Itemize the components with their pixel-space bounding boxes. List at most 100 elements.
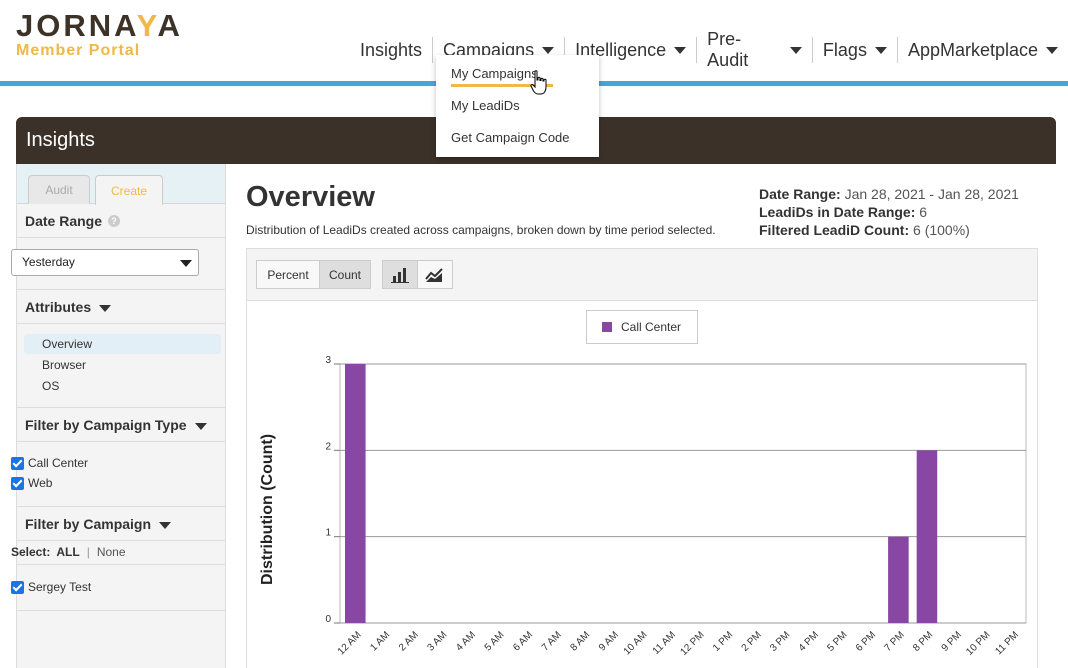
caret-down-icon xyxy=(874,47,887,54)
stat-filtered-count: Filtered LeadiD Count: 6 (100%) xyxy=(759,222,970,238)
page-description: Distribution of LeadiDs created across c… xyxy=(246,223,716,237)
x-tick-label: 5 PM xyxy=(825,630,849,654)
campaign-type-list xyxy=(17,442,225,507)
page-title: Overview xyxy=(246,181,375,213)
menu-item-get-campaign-code[interactable]: Get Campaign Code xyxy=(451,130,570,145)
attributes-toggle[interactable]: Attributes xyxy=(25,299,112,315)
x-tick-label: 9 AM xyxy=(597,630,621,654)
x-tick-label: 8 PM xyxy=(911,630,935,654)
sidebar-tabs: Audit Create xyxy=(17,164,225,205)
y-tick-label: 0 xyxy=(325,614,331,625)
date-range-title: Date Range xyxy=(25,213,103,229)
checkbox-checked-icon[interactable] xyxy=(11,476,24,490)
y-axis-title: Distribution (Count) xyxy=(259,433,276,585)
x-tick-label: 11 AM xyxy=(651,630,678,657)
bar-chart: 0 1 2 3 12 AM 1 AM 2 AM 3 AM 4 AM 5 AM 6 AM 7 AM 8 A… xyxy=(325,355,1027,658)
attributes-section: Attributes xyxy=(17,290,225,324)
select-all-link[interactable]: ALL xyxy=(56,545,79,559)
help-icon[interactable]: ? xyxy=(108,215,121,227)
date-range-select[interactable]: Yesterday xyxy=(11,249,199,276)
x-tick-label: 12 PM xyxy=(678,630,706,658)
y-tick-label: 1 xyxy=(325,528,331,539)
percent-button[interactable]: Percent xyxy=(256,260,320,289)
x-tick-label: 1 PM xyxy=(711,630,735,654)
x-tick-label: 3 PM xyxy=(768,630,792,654)
tab-create[interactable]: Create xyxy=(95,175,163,205)
x-tick-label: 6 AM xyxy=(511,630,535,654)
campaign-type-toggle[interactable]: Filter by Campaign Type xyxy=(25,417,207,433)
x-tick-label: 4 AM xyxy=(454,630,478,654)
logo-subtitle: Member Portal xyxy=(16,42,141,59)
campaign-type-title: Filter by Campaign Type xyxy=(25,417,187,433)
x-tick-label: 12 AM xyxy=(336,630,364,658)
nav-pre-audit[interactable]: Pre-Audit xyxy=(697,29,812,70)
checkbox-web[interactable]: Web xyxy=(11,476,52,490)
x-tick-label: 8 AM xyxy=(568,630,592,654)
bar-7-pm xyxy=(888,536,909,623)
x-tick-label: 11 PM xyxy=(993,630,1021,658)
stats-summary: Date Range: Jan 28, 2021 - Jan 28, 2021 … xyxy=(759,185,1019,239)
hand-pointer-cursor-icon xyxy=(530,70,547,95)
bar-chart-icon xyxy=(391,267,409,283)
checkbox-sergey-test[interactable]: Sergey Test xyxy=(11,580,91,594)
x-tick-label: 7 AM xyxy=(540,630,564,654)
caret-down-icon xyxy=(789,47,802,54)
attributes-list: Overview Browser OS xyxy=(17,324,225,408)
x-tick-label: 10 AM xyxy=(622,630,650,658)
menu-item-my-campaigns[interactable]: My Campaigns xyxy=(451,66,538,81)
panel-title: Insights xyxy=(26,129,95,151)
bar-8-pm xyxy=(916,450,938,623)
y-tick-label: 3 xyxy=(325,355,331,366)
nav-appmarketplace[interactable]: AppMarketplace xyxy=(898,36,1068,64)
caret-down-icon xyxy=(159,522,172,529)
campaign-toggle[interactable]: Filter by Campaign xyxy=(25,516,172,532)
x-tick-label: 3 AM xyxy=(426,630,450,654)
tab-audit[interactable]: Audit xyxy=(28,175,90,204)
x-tick-label: 1 AM xyxy=(368,630,392,654)
attribute-item-overview[interactable]: Overview xyxy=(24,334,221,354)
bar-chart-button[interactable] xyxy=(382,260,418,289)
x-tick-label: 9 PM xyxy=(940,630,964,654)
x-tick-label: 10 PM xyxy=(964,630,992,658)
date-range-section: Date Range ? xyxy=(17,204,225,238)
x-tick-label: 6 PM xyxy=(854,630,878,654)
caret-down-icon xyxy=(542,47,555,54)
menu-item-my-leadids[interactable]: My LeadiDs xyxy=(451,98,520,113)
bar-12-am xyxy=(345,364,366,623)
caret-down-icon xyxy=(674,47,687,54)
caret-down-icon xyxy=(194,423,207,430)
line-chart-button[interactable] xyxy=(417,260,453,289)
legend-label-call-center: Call Center xyxy=(621,320,682,334)
checkbox-call-center[interactable]: Call Center xyxy=(11,456,88,470)
stat-date-range: Date Range: Jan 28, 2021 - Jan 28, 2021 xyxy=(759,186,1019,202)
nav-insights[interactable]: Insights xyxy=(350,36,432,64)
checkbox-checked-icon[interactable] xyxy=(11,456,24,470)
campaign-select-controls: Select: ALL | None xyxy=(11,545,126,559)
count-button[interactable]: Count xyxy=(319,260,371,289)
nav-flags[interactable]: Flags xyxy=(813,36,897,64)
campaign-type-section: Filter by Campaign Type xyxy=(17,408,225,442)
campaign-title: Filter by Campaign xyxy=(25,516,152,532)
checkbox-checked-icon[interactable] xyxy=(11,580,24,594)
caret-down-icon xyxy=(1046,47,1059,54)
chart-toolbar: Percent Count xyxy=(247,249,1037,301)
x-tick-label: 2 PM xyxy=(740,630,764,654)
caret-down-icon xyxy=(99,305,112,312)
x-tick-label: 7 PM xyxy=(882,630,906,654)
attribute-item-os[interactable]: OS xyxy=(24,376,221,396)
jornaya-logo[interactable]: JORNAYA Member Portal xyxy=(16,10,183,61)
attribute-item-browser[interactable]: Browser xyxy=(24,355,221,375)
chart-legend[interactable]: Call Center xyxy=(586,310,698,344)
x-tick-label: 4 PM xyxy=(797,630,821,654)
legend-swatch-call-center xyxy=(602,322,612,332)
stat-leadids-in-range: LeadiDs in Date Range: 6 xyxy=(759,204,928,220)
line-chart-icon xyxy=(425,267,443,282)
campaigns-dropdown-menu: My Campaigns My LeadiDs Get Campaign Cod… xyxy=(436,55,599,157)
y-tick-label: 2 xyxy=(325,441,331,452)
x-tick-label: 5 AM xyxy=(483,630,507,654)
x-tick-label: 2 AM xyxy=(397,630,421,654)
select-none-link[interactable]: None xyxy=(97,545,126,559)
chevron-down-icon xyxy=(180,260,192,267)
campaign-section: Filter by Campaign xyxy=(17,507,225,541)
attributes-title: Attributes xyxy=(25,299,92,315)
